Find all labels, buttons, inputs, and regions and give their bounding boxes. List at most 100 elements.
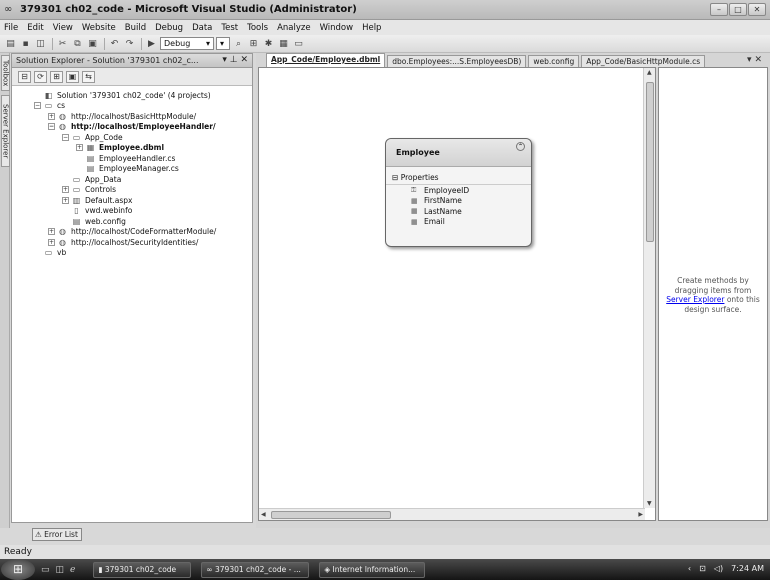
tree-node-app-code[interactable]: − ▭ App_Code — [12, 132, 252, 143]
switch-windows-icon[interactable]: ◫ — [56, 565, 65, 575]
start-button[interactable]: ⊞ — [1, 559, 35, 580]
tree-node-codeformattermodule[interactable]: + ◍ http://localhost/CodeFormatterModule… — [12, 227, 252, 238]
scroll-right-icon[interactable]: ▶ — [638, 511, 643, 518]
collapse-icon[interactable]: − — [34, 102, 41, 110]
section-collapse-icon[interactable]: ⊟ — [392, 173, 398, 182]
solution-explorer-icon[interactable]: ⊞ — [247, 38, 260, 50]
tree-node-employeehandler[interactable]: − ◍ http://localhost/EmployeeHandler/ — [12, 122, 252, 133]
menu-test[interactable]: Test — [221, 23, 238, 33]
copy-icon[interactable]: ⧉ — [71, 38, 84, 50]
collapse-icon[interactable]: − — [62, 133, 69, 141]
tree-node-cs[interactable]: − ▭ cs — [12, 101, 252, 112]
expand-icon[interactable]: + — [48, 112, 55, 120]
nest-files-button[interactable]: ⊞ — [50, 70, 63, 83]
platform-dropdown[interactable]: ▾ — [216, 37, 230, 50]
properties-icon[interactable]: ✱ — [262, 38, 275, 50]
menu-debug[interactable]: Debug — [155, 23, 183, 33]
tree-node-securityidentities[interactable]: + ◍ http://localhost/SecurityIdentities/ — [12, 237, 252, 248]
object-browser-icon[interactable]: ▦ — [277, 38, 290, 50]
find-in-files-icon[interactable]: ⌕ — [232, 38, 245, 50]
redo-icon[interactable]: ↷ — [123, 38, 136, 50]
expand-icon[interactable]: + — [48, 238, 55, 246]
internet-explorer-icon[interactable]: ℯ — [70, 565, 75, 575]
methods-pane[interactable]: Create methods by dragging items from Se… — [658, 67, 768, 521]
taskbar-item-folder[interactable]: ▮ 379301 ch02_code — [93, 561, 192, 578]
properties-button[interactable]: ⊟ — [18, 70, 31, 83]
menu-edit[interactable]: Edit — [27, 23, 43, 33]
menu-tools[interactable]: Tools — [247, 23, 268, 33]
paste-icon[interactable]: ▣ — [86, 38, 99, 50]
active-files-dropdown-icon[interactable]: ▾ — [747, 55, 752, 65]
minimize-button[interactable]: – — [710, 3, 728, 16]
refresh-button[interactable]: ⟳ — [34, 70, 47, 83]
toolbox-icon[interactable]: ▭ — [292, 38, 305, 50]
expand-icon[interactable]: + — [62, 186, 69, 194]
show-desktop-icon[interactable]: ▭ — [41, 565, 50, 575]
menu-help[interactable]: Help — [362, 23, 381, 33]
server-explorer-link[interactable]: Server Explorer — [666, 295, 724, 304]
tab-employee-dbml[interactable]: App_Code/Employee.dbml — [266, 53, 386, 67]
menu-view[interactable]: View — [53, 23, 73, 33]
tree-node-default-aspx[interactable]: + ▥ Default.aspx — [12, 195, 252, 206]
collapse-icon[interactable]: − — [48, 123, 55, 131]
scroll-up-icon[interactable]: ▲ — [647, 69, 652, 76]
scroll-down-icon[interactable]: ▼ — [647, 500, 652, 507]
tree-node-employeehandler-cs[interactable]: ▤ EmployeeHandler.cs — [12, 153, 252, 164]
tree-node-employeemanager-cs[interactable]: ▤ EmployeeManager.cs — [12, 164, 252, 175]
entity-property[interactable]: ⚿ EmployeeID — [386, 185, 531, 196]
start-debugging-icon[interactable]: ▶ — [145, 38, 158, 50]
error-list-tab[interactable]: ⚠ Error List — [32, 528, 82, 541]
tree-node-solution[interactable]: ◧ Solution '379301 ch02_code' (4 project… — [12, 90, 252, 101]
entity-property[interactable]: ▦ Email — [386, 217, 531, 228]
entity-employee[interactable]: Employee ⌃ ⊟ Properties ⚿ EmployeeID ▦ F… — [385, 138, 532, 247]
menu-data[interactable]: Data — [192, 23, 212, 33]
close-button[interactable]: ✕ — [748, 3, 766, 16]
tree-node-vwd-webinfo[interactable]: ▯ vwd.webinfo — [12, 206, 252, 217]
expand-icon[interactable]: + — [76, 144, 83, 152]
toolbox-tab[interactable]: Toolbox — [1, 55, 10, 91]
collapse-entity-icon[interactable]: ⌃ — [516, 142, 525, 151]
scroll-thumb[interactable] — [646, 82, 654, 242]
scroll-thumb[interactable] — [271, 511, 391, 519]
tab-dbo-employees[interactable]: dbo.Employees:...S.EmployeesDB) — [387, 55, 527, 67]
new-project-icon[interactable]: ▤ — [4, 38, 17, 50]
server-explorer-tab[interactable]: Server Explorer — [1, 95, 10, 167]
menu-analyze[interactable]: Analyze — [277, 23, 311, 33]
close-tab-icon[interactable]: ✕ — [754, 55, 762, 65]
entity-property[interactable]: ▦ FirstName — [386, 196, 531, 207]
vertical-scrollbar[interactable]: ▲ ▼ — [643, 68, 655, 508]
solution-config-dropdown[interactable]: Debug ▾ — [160, 37, 214, 50]
chevron-left-icon[interactable]: ‹ — [688, 564, 691, 573]
taskbar-item-iis[interactable]: ◈ Internet Information... — [319, 561, 426, 578]
menu-file[interactable]: File — [4, 23, 18, 33]
design-surface[interactable]: Employee ⌃ ⊟ Properties ⚿ EmployeeID ▦ F… — [258, 67, 656, 521]
view-designer-button[interactable]: ▣ — [66, 70, 79, 83]
entity-property[interactable]: ▦ LastName — [386, 206, 531, 217]
tree-node-controls[interactable]: + ▭ Controls — [12, 185, 252, 196]
tab-basichttpmodule-cs[interactable]: App_Code/BasicHttpModule.cs — [581, 55, 706, 67]
copy-website-button[interactable]: ⇆ — [82, 70, 95, 83]
clock[interactable]: 7:24 AM — [731, 564, 764, 573]
menu-window[interactable]: Window — [320, 23, 354, 33]
expand-icon[interactable]: + — [62, 196, 69, 204]
save-all-icon[interactable]: ◫ — [34, 38, 47, 50]
undo-icon[interactable]: ↶ — [108, 38, 121, 50]
volume-icon[interactable]: ◁) — [714, 564, 723, 573]
menu-build[interactable]: Build — [125, 23, 146, 33]
horizontal-scrollbar[interactable]: ◀ ▶ — [259, 508, 645, 520]
expand-icon[interactable]: + — [48, 228, 55, 236]
network-icon[interactable]: ⊡ — [699, 564, 706, 573]
tree-node-employee-dbml[interactable]: + ▦ Employee.dbml — [12, 143, 252, 154]
menu-website[interactable]: Website — [82, 23, 116, 33]
taskbar-item-visual-studio[interactable]: ∞ 379301 ch02_code - ... — [201, 561, 310, 578]
close-panel-icon[interactable]: ✕ — [240, 55, 248, 65]
tree-node-web-config[interactable]: ▤ web.config — [12, 216, 252, 227]
scroll-left-icon[interactable]: ◀ — [261, 511, 266, 518]
tree-node-app-data[interactable]: ▭ App_Data — [12, 174, 252, 185]
pin-icon[interactable]: ⊥ — [230, 55, 238, 65]
tab-web-config[interactable]: web.config — [528, 55, 580, 67]
save-icon[interactable]: ▪ — [19, 38, 32, 50]
maximize-button[interactable]: □ — [729, 3, 747, 16]
tree-node-basichttpmodule[interactable]: + ◍ http://localhost/BasicHttpModule/ — [12, 111, 252, 122]
entity-properties-section[interactable]: ⊟ Properties — [386, 167, 531, 185]
